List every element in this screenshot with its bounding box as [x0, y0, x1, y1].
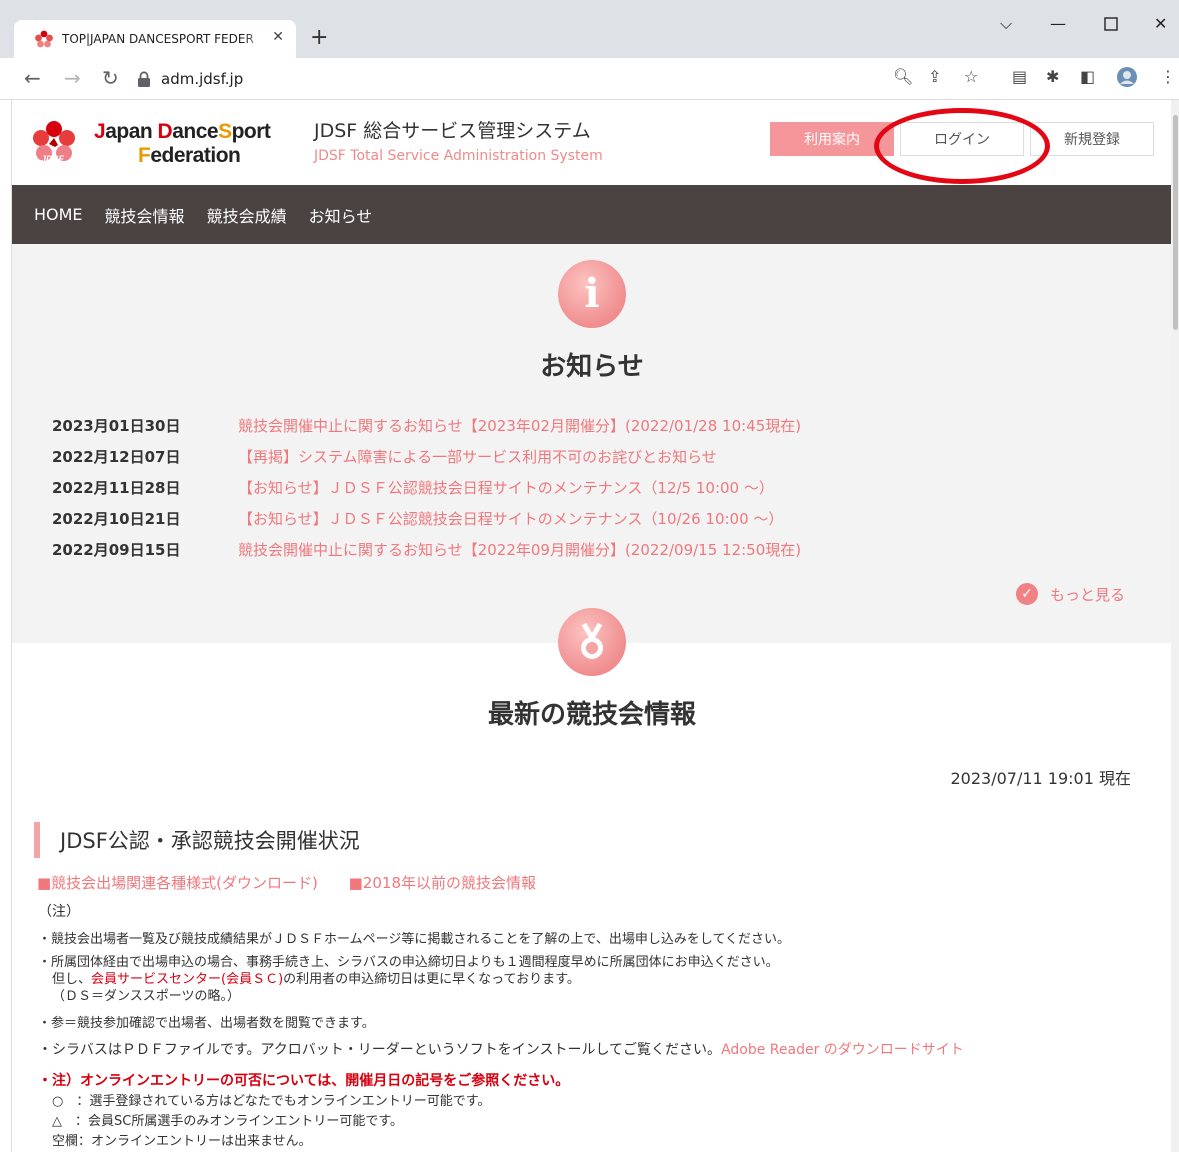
web-page: JDSF Japan DanceSport Federation JDSF 総合… — [11, 100, 1171, 1152]
logo-letter-f: F — [138, 144, 151, 167]
news-item: 2022月10日21日 【お知らせ】ＪＤＳＦ公認競技会日程サイトのメンテナンス（… — [52, 503, 801, 534]
member-service-center-link[interactable]: 会員サービスセンター(会員ＳＣ) — [91, 972, 283, 987]
note-text: 但し、 — [52, 972, 92, 987]
medal-icon — [558, 608, 626, 676]
adobe-reader-link[interactable]: Adobe Reader のダウンロードサイト — [721, 1042, 964, 1058]
download-links: ■競技会出場関連各種様式(ダウンロード) ■2018年以前の競技会情報 — [37, 872, 562, 893]
share-icon[interactable]: ⇪ — [928, 67, 941, 86]
legend-item: ○ ：選手登録されている方はどなたでもオンラインエントリー可能です。 — [52, 1094, 491, 1109]
system-title: JDSF 総合サービス管理システム — [314, 120, 591, 142]
tab-close-icon[interactable]: ✕ — [272, 29, 284, 45]
global-nav: HOME 競技会情報 競技会成績 お知らせ — [12, 185, 1171, 244]
note-item: ・競技会出場者一覧及び競技成績結果がＪＤＳＦホームページ等に掲載されることを了解… — [38, 932, 791, 947]
zoom-search-icon[interactable]: 🔍︎ — [893, 67, 913, 86]
news-list: 2023月01日30日 競技会開催中止に関するお知らせ【2023年02月開催分】… — [52, 410, 801, 565]
note-item: ・参＝競技参加確認で出場者、出場者数を閲覧できます。 — [38, 1016, 375, 1031]
legend-item: 空欄：オンラインエントリーは出来ません。 — [52, 1134, 312, 1149]
browser-tab-strip: TOP|JAPAN DANCESPORT FEDER ✕ + ⌵ — ✕ — [0, 0, 1179, 58]
profile-avatar[interactable] — [1116, 66, 1138, 92]
minimize-window-icon[interactable]: — — [1050, 14, 1066, 33]
legend-item: △ ：会員SC所属選手のみオンラインエントリー可能です。 — [52, 1114, 404, 1129]
scrollbar-thumb[interactable] — [1173, 115, 1178, 330]
note-item: （ＤＳ＝ダンススポーツの略。） — [52, 989, 240, 1004]
news-title-link[interactable]: 競技会開催中止に関するお知らせ【2023年02月開催分】(2022/01/28 … — [238, 415, 801, 436]
forward-arrow-icon[interactable]: → — [64, 66, 81, 90]
info-icon: i — [558, 260, 626, 328]
medal-glyph — [581, 622, 603, 659]
news-heading: お知らせ — [540, 352, 644, 382]
reload-icon[interactable]: ↻ — [102, 66, 119, 90]
news-item: 2022月09日15日 競技会開催中止に関するお知らせ【2022年09月開催分】… — [52, 534, 801, 565]
logo-letter-j: J — [94, 120, 106, 143]
logo-text-ederation: ederation — [150, 144, 241, 167]
back-arrow-icon[interactable]: ← — [24, 66, 41, 90]
news-date: 2022月12日07日 — [52, 448, 181, 466]
note-item: ・シラバスはＰＤＦファイルです。アクロバット・リーダーというソフトをインストール… — [38, 1042, 964, 1059]
forms-download-link[interactable]: ■競技会出場関連各種様式(ダウンロード) — [37, 874, 318, 892]
news-date: 2023月01日30日 — [52, 417, 181, 435]
maximize-window-icon[interactable] — [1104, 16, 1118, 35]
browser-toolbar: ← → ↻ adm.jdsf.jp 🔍︎ ⇪ ☆ ▤ ✱ ◧ ⋮ — [0, 58, 1179, 100]
note-item: ・所属団体経由で出場申込の場合、事務手続き上、シラバスの申込締切日よりも１週間程… — [38, 955, 779, 970]
url-text: adm.jdsf.jp — [161, 70, 244, 88]
archive-link[interactable]: ■2018年以前の競技会情報 — [349, 874, 536, 892]
competition-status-title: JDSF公認・承認競技会開催状況 — [34, 822, 360, 858]
lock-icon — [138, 71, 150, 87]
browser-menu-icon[interactable]: ⋮ — [1160, 67, 1176, 86]
note-text: ・シラバスはＰＤＦファイルです。アクロバット・リーダーというソフトをインストール… — [38, 1042, 722, 1058]
extensions-puzzle-icon[interactable]: ✱ — [1046, 67, 1059, 86]
more-news-label: もっと見る — [1050, 585, 1126, 604]
site-header: JDSF Japan DanceSport Federation JDSF 総合… — [12, 100, 1171, 185]
news-date: 2022月11日28日 — [52, 479, 181, 497]
nav-item-news[interactable]: お知らせ — [309, 203, 373, 227]
news-title-link[interactable]: 【再掲】システム障害による一部サービス利用不可のお詫びとお知らせ — [238, 446, 717, 467]
logo-text-ance: ance — [172, 120, 219, 143]
news-title-link[interactable]: 【お知らせ】ＪＤＳＦ公認競技会日程サイトのメンテナンス（10/26 10:00 … — [238, 508, 783, 529]
competitions-heading: 最新の競技会情報 — [487, 700, 696, 730]
extension-app-icon[interactable]: ▤ — [1012, 67, 1027, 86]
check-icon: ✓ — [1016, 583, 1038, 605]
system-subtitle: JDSF Total Service Administration System — [314, 148, 603, 164]
note-text: の利用者の申込締切日は更に早くなっております。 — [283, 972, 580, 987]
site-logo-wordmark[interactable]: Japan DanceSport Federation — [94, 120, 271, 168]
tab-search-chevron-icon[interactable]: ⌵ — [1000, 14, 1012, 34]
more-news-link[interactable]: ✓ もっと見る — [1016, 583, 1125, 605]
logo-badge-text: JDSF — [41, 154, 65, 164]
new-tab-button[interactable]: + — [310, 24, 328, 52]
address-bar[interactable]: adm.jdsf.jp — [137, 64, 997, 94]
annotation-circle — [874, 108, 1050, 184]
note-label: （注） — [38, 904, 80, 920]
notes-block: （注） ・競技会出場者一覧及び競技成績結果がＪＤＳＦホームページ等に掲載されるこ… — [38, 904, 964, 1150]
updated-timestamp: 2023/07/11 19:01 現在 — [950, 769, 1131, 788]
logo-line-2: Federation — [94, 144, 270, 168]
news-date: 2022月09日15日 — [52, 541, 181, 559]
jdsf-logo-icon[interactable]: JDSF — [27, 118, 79, 168]
news-date: 2022月10日21日 — [52, 510, 181, 528]
note-item: 但し、会員サービスセンター(会員ＳＣ)の利用者の申込締切日は更に早くなっておりま… — [38, 971, 964, 988]
online-entry-warning: ・注）オンラインエントリーの可否については、開催月日の記号をご参照ください。 — [38, 1073, 570, 1089]
browser-tab-active[interactable]: TOP|JAPAN DANCESPORT FEDER ✕ — [14, 20, 296, 58]
nav-item-competition-results[interactable]: 競技会成績 — [207, 203, 287, 227]
news-title-link[interactable]: 競技会開催中止に関するお知らせ【2022年09月開催分】(2022/09/15 … — [238, 539, 801, 560]
news-item: 2022月12日07日 【再掲】システム障害による一部サービス利用不可のお詫びと… — [52, 441, 801, 472]
nav-item-competition-info[interactable]: 競技会情報 — [105, 203, 185, 227]
browser-tab-title: TOP|JAPAN DANCESPORT FEDER — [62, 32, 254, 46]
bookmark-star-icon[interactable]: ☆ — [964, 67, 978, 86]
info-icon-glyph: i — [584, 270, 600, 317]
logo-text-apan: apan — [105, 120, 158, 143]
news-title-link[interactable]: 【お知らせ】ＪＤＳＦ公認競技会日程サイトのメンテナンス（12/5 10:00 ～… — [238, 477, 774, 498]
logo-text-port: port — [231, 120, 271, 143]
side-panel-icon[interactable]: ◧ — [1080, 67, 1095, 86]
logo-letter-d: D — [157, 120, 173, 143]
logo-letter-s: S — [218, 120, 232, 143]
nav-item-home[interactable]: HOME — [34, 205, 83, 224]
close-window-icon[interactable]: ✕ — [1154, 14, 1167, 33]
jdsf-favicon-icon — [35, 30, 53, 48]
news-item: 2023月01日30日 競技会開催中止に関するお知らせ【2023年02月開催分】… — [52, 410, 801, 441]
news-item: 2022月11日28日 【お知らせ】ＪＤＳＦ公認競技会日程サイトのメンテナンス（… — [52, 472, 801, 503]
news-section: i お知らせ 2023月01日30日 競技会開催中止に関するお知らせ【2023年… — [12, 244, 1171, 643]
